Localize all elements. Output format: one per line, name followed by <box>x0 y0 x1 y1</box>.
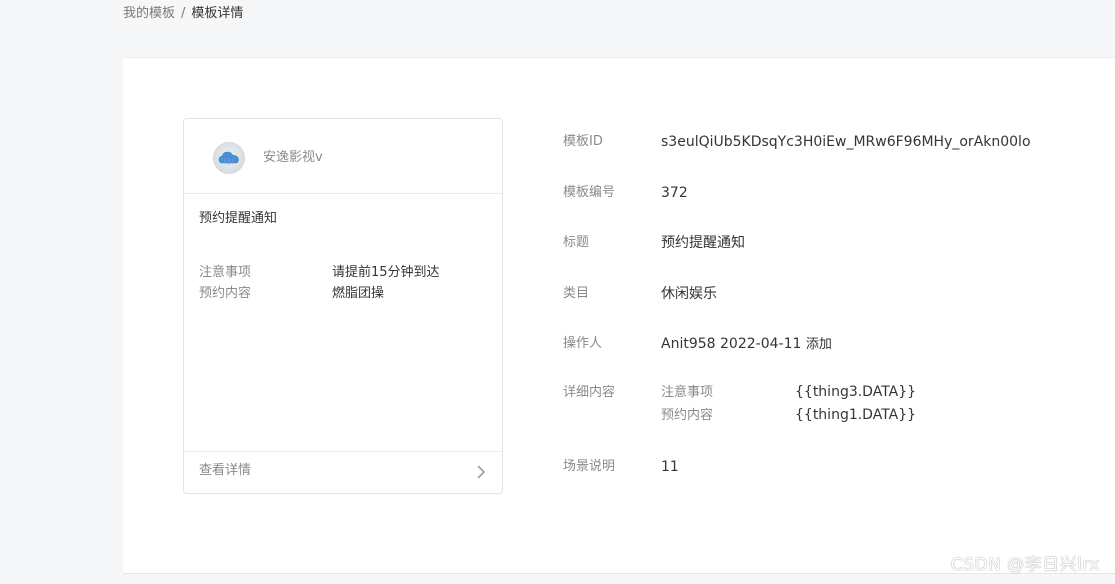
breadcrumb-current: 模板详情 <box>191 6 244 21</box>
info-row-scene: 场景说明 11 <box>563 457 679 477</box>
preview-field-key: 注意事项 <box>199 265 252 280</box>
preview-field: 预约内容 燃脂团操 <box>199 283 489 304</box>
breadcrumb-link-my-templates[interactable]: 我的模板 <box>123 6 175 21</box>
preview-field: 注意事项 请提前15分钟到达 <box>199 262 489 283</box>
template-detail-panel: 安逸影视v 预约提醒通知 注意事项 请提前15分钟到达 预约内容 燃脂团操 查看… <box>123 57 1115 574</box>
info-row-content: 详细内容 注意事项 {{thing3.DATA}} 预约内容 {{thing1.… <box>563 383 916 427</box>
operator-date: 2022-04-11 <box>720 336 802 352</box>
title-value: 预约提醒通知 <box>661 235 745 251</box>
chevron-right-icon <box>477 465 485 479</box>
cloud-icon <box>218 151 239 165</box>
template-preview-card: 安逸影视v 预约提醒通知 注意事项 请提前15分钟到达 预约内容 燃脂团操 查看… <box>183 118 503 494</box>
template-no-value: 372 <box>661 185 688 201</box>
account-avatar <box>213 142 245 174</box>
operator-user: Anit958 <box>661 336 716 352</box>
info-row-operator: 操作人 Anit958 2022-04-11 添加 <box>563 334 832 355</box>
content-label: 详细内容 <box>563 385 616 400</box>
content-field: 预约内容 {{thing1.DATA}} <box>661 404 916 427</box>
watermark: CSDN @李日兴lrx <box>950 555 1100 575</box>
account-name: 安逸影视v <box>263 150 323 165</box>
title-label: 标题 <box>563 235 590 250</box>
content-field-value: {{thing3.DATA}} <box>795 384 917 400</box>
scene-value: 11 <box>661 459 679 475</box>
preview-title: 预约提醒通知 <box>199 211 278 226</box>
content-field-list: 注意事项 {{thing3.DATA}} 预约内容 {{thing1.DATA}… <box>661 381 916 427</box>
content-field-key: 注意事项 <box>661 385 714 400</box>
preview-field-value: 请提前15分钟到达 <box>332 265 440 280</box>
preview-field-list: 注意事项 请提前15分钟到达 预约内容 燃脂团操 <box>199 262 489 304</box>
content-field-key: 预约内容 <box>661 408 714 423</box>
operator-action: 添加 <box>805 337 832 352</box>
operator-label: 操作人 <box>563 336 603 351</box>
scene-label: 场景说明 <box>563 459 616 474</box>
content-field-value: {{thing1.DATA}} <box>795 407 917 423</box>
info-row-template-id: 模板ID s3eulQiUb5KDsqYc3H0iEw_MRw6F96MHy_o… <box>563 132 1031 152</box>
category-value: 休闲娱乐 <box>661 286 717 302</box>
view-details-link[interactable]: 查看详情 <box>184 451 502 493</box>
breadcrumb: 我的模板 / 模板详情 <box>123 5 243 23</box>
template-no-label: 模板编号 <box>563 185 616 200</box>
view-details-label: 查看详情 <box>199 463 252 478</box>
category-label: 类目 <box>563 286 590 301</box>
operator-value: Anit958 2022-04-11 添加 <box>661 334 832 355</box>
preview-field-key: 预约内容 <box>199 286 252 301</box>
info-row-template-no: 模板编号 372 <box>563 183 688 203</box>
breadcrumb-separator: / <box>181 6 186 21</box>
content-field: 注意事项 {{thing3.DATA}} <box>661 381 916 404</box>
preview-field-value: 燃脂团操 <box>332 286 385 301</box>
preview-card-header: 安逸影视v <box>184 119 502 194</box>
template-id-value: s3eulQiUb5KDsqYc3H0iEw_MRw6F96MHy_orAkn0… <box>661 134 1031 150</box>
template-id-label: 模板ID <box>563 134 603 149</box>
info-row-title: 标题 预约提醒通知 <box>563 233 745 253</box>
info-row-category: 类目 休闲娱乐 <box>563 284 717 304</box>
